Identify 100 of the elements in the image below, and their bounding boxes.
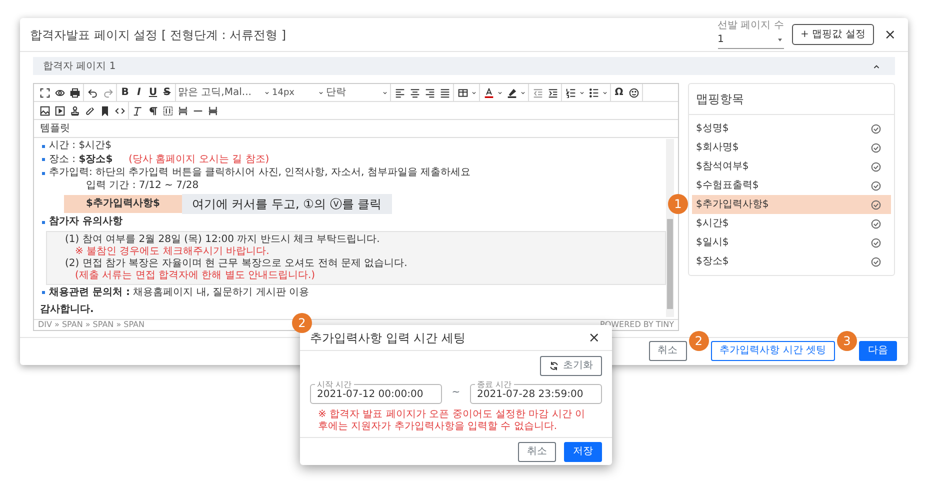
item-label: $시간$ (696, 217, 729, 231)
step-badge: 2 (688, 331, 709, 351)
code-icon[interactable] (114, 106, 124, 116)
caret-icon (776, 36, 784, 44)
bookmark-icon[interactable] (100, 106, 110, 116)
nonbreaking-space-icon[interactable] (208, 106, 218, 116)
check-circle-icon[interactable] (871, 200, 881, 210)
mapping-item[interactable]: $회사명$ (692, 138, 891, 157)
special-character-button[interactable]: Ω (613, 86, 625, 100)
bullet-list-icon[interactable] (588, 88, 598, 98)
font-family-select[interactable]: 맑은 고딕,Mal... (178, 86, 252, 100)
redo-icon[interactable] (102, 88, 112, 98)
text-color-icon[interactable] (484, 88, 494, 98)
content-text: 감사합니다. (40, 304, 94, 316)
step-badge: 1 (668, 194, 688, 214)
select-value: 1 (718, 32, 724, 46)
check-circle-icon[interactable] (871, 142, 881, 152)
clear-format-icon[interactable] (132, 106, 142, 116)
dropdown-icon[interactable] (264, 90, 270, 96)
close-button[interactable]: × (586, 330, 602, 344)
indent-icon[interactable] (548, 88, 558, 98)
smiley-icon[interactable] (628, 88, 638, 98)
media-icon[interactable] (54, 106, 64, 116)
scrollbar[interactable] (666, 139, 674, 316)
image-icon[interactable] (40, 106, 50, 116)
mapping-item[interactable]: $수험표출력$ (692, 176, 891, 195)
dropdown-icon[interactable] (318, 90, 324, 96)
mapping-button[interactable]: + 맵핑값 설정 (792, 24, 874, 45)
dialog-button[interactable]: 저장 (564, 442, 602, 462)
page-count-select[interactable]: 선발 페이지 수 1 (718, 20, 784, 48)
print-icon[interactable] (70, 88, 80, 98)
range-separator: ~ (452, 386, 460, 400)
undo-icon[interactable] (88, 88, 98, 98)
date-time-field[interactable]: 종료 시간 2021-07-28 23:59:00 (470, 380, 602, 404)
preview-icon[interactable] (54, 88, 64, 98)
reset-button[interactable]: 초기화 (540, 356, 602, 376)
align-center-icon[interactable] (410, 88, 420, 98)
content-text: 시간 : $시간$ (49, 140, 112, 152)
check-circle-icon[interactable] (871, 124, 881, 134)
font-size-select[interactable]: 14px (272, 86, 294, 100)
mapping-item[interactable]: $참석여부$ (692, 157, 891, 176)
content-text: 추가입력: 하단의 추가입력 버튼을 클릭하시어 사진, 인적사항, 자소서, 첨부파일을 제출하세요 (49, 167, 471, 180)
footer-button[interactable]: 취소 (648, 341, 687, 361)
align-justify-icon[interactable] (440, 88, 450, 98)
dropdown-icon[interactable] (602, 90, 608, 96)
dialog-button[interactable]: 취소 (518, 442, 556, 462)
dropdown-icon[interactable] (382, 90, 388, 96)
mapping-item[interactable]: $일시$ (692, 233, 891, 252)
placeholder-tag: $추가입력사항$ (64, 195, 182, 213)
strikethrough-button[interactable]: S (161, 86, 173, 100)
notice-line: (2) 면접 참가 복장은 자율이며 현 근무 복장으로 오셔도 전혀 문제 없습니다. (65, 258, 408, 270)
fullscreen-icon[interactable] (40, 88, 50, 98)
footer-button[interactable]: 추가입력사항 시간 셋팅 (710, 341, 835, 361)
numbered-list-icon[interactable] (566, 88, 576, 98)
check-circle-icon[interactable] (871, 218, 881, 228)
check-circle-icon[interactable] (871, 162, 881, 172)
align-left-icon[interactable] (394, 88, 404, 98)
panel-title: 맵핑항목 (689, 84, 894, 115)
item-label: $성명$ (696, 122, 729, 136)
element-path: DIV » SPAN » SPAN » SPAN (38, 320, 144, 330)
field-label: 선발 페이지 수 (718, 20, 784, 30)
close-button[interactable]: × (882, 28, 898, 42)
outdent-icon[interactable] (532, 88, 542, 98)
table-icon[interactable] (458, 88, 468, 98)
check-circle-icon[interactable] (871, 238, 881, 248)
mapping-item[interactable]: $장소$ (692, 252, 891, 271)
block-format-select[interactable]: 단락 (326, 86, 346, 100)
dropdown-icon[interactable] (520, 90, 526, 96)
content-text: 채용관련 문의처 : 채용홈페이지 내, 질문하기 게시판 이용 (49, 286, 310, 299)
stamp-icon[interactable] (70, 106, 80, 116)
item-label: $회사명$ (696, 141, 739, 155)
template-menu[interactable]: 템플릿 (34, 120, 678, 138)
dropdown-icon[interactable] (497, 90, 503, 96)
underline-button[interactable]: U (147, 86, 159, 100)
check-circle-icon[interactable] (871, 256, 881, 266)
paragraph-icon[interactable] (148, 106, 158, 116)
section-header[interactable]: 합격자 페이지 1 (33, 57, 895, 75)
align-right-icon[interactable] (424, 88, 434, 98)
mapping-item[interactable]: $성명$ (692, 119, 891, 138)
mapping-item[interactable]: $시간$ (692, 214, 891, 233)
page-break-icon[interactable] (178, 106, 188, 116)
annotation-callout: 여기에 커서를 두고, ①의 ⓥ를 클릭 (182, 194, 392, 214)
dropdown-icon[interactable] (471, 90, 477, 96)
section-title: 합격자 페이지 1 (43, 60, 116, 74)
link-icon[interactable] (84, 106, 94, 116)
dialog-title: 추가입력사항 입력 시간 세팅 (310, 330, 466, 346)
bullet-icon (42, 144, 45, 148)
refresh-icon (549, 361, 559, 371)
dropdown-icon[interactable] (579, 90, 585, 96)
check-circle-icon[interactable] (871, 180, 881, 190)
step-badge: 3 (837, 331, 857, 351)
highlighter-icon[interactable] (506, 88, 516, 98)
date-time-field[interactable]: 시작 시간 2021-07-12 00:00:00 (310, 380, 442, 404)
italic-button[interactable]: I (133, 86, 145, 100)
bold-button[interactable]: B (119, 86, 131, 100)
field-label: 종료 시간 (476, 380, 513, 389)
dialog-title: 합격자발표 페이지 설정 [ 전형단계 : 서류전형 ] (30, 26, 288, 44)
content-note: (당사 홈페이지 오시는 길 참조) (128, 154, 270, 166)
footer-button[interactable]: 다음 (859, 341, 897, 361)
show-blocks-icon[interactable] (162, 106, 172, 116)
